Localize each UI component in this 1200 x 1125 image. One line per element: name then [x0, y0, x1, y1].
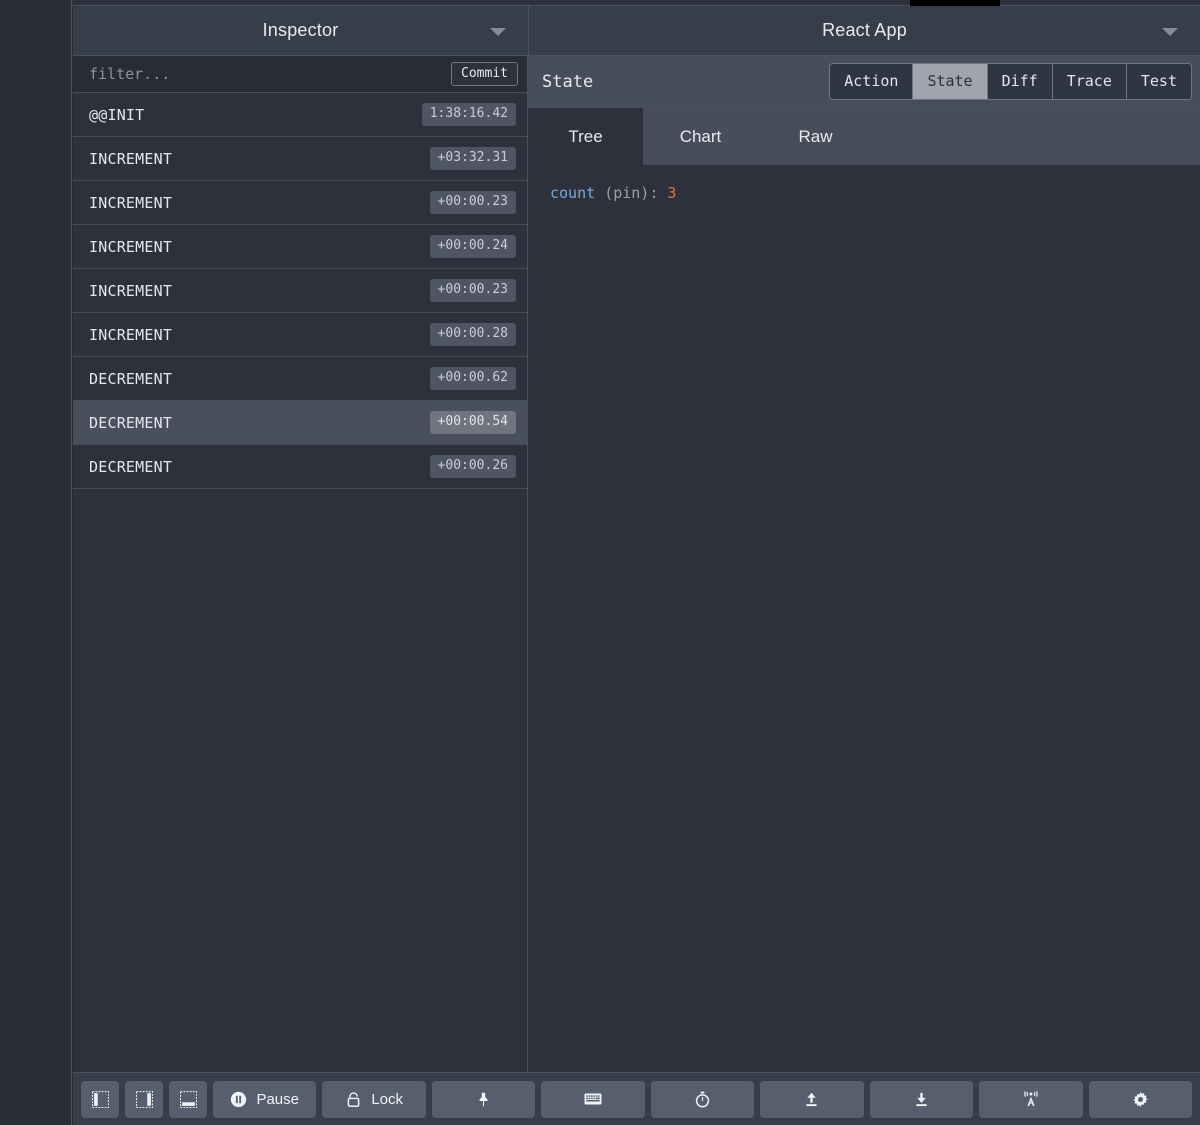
pause-label: Pause: [256, 1090, 299, 1108]
inspector-pane: State Action State Diff Trace Test Tree Chart…: [528, 56, 1200, 1072]
pin-icon: [475, 1091, 492, 1108]
instance-selector[interactable]: React App: [528, 6, 1200, 55]
action-timestamp: +00:00.23: [429, 191, 516, 214]
action-timestamp: 1:38:16.42: [421, 103, 516, 126]
bottom-toolbar: Pause Lock: [73, 1072, 1200, 1125]
import-button[interactable]: [760, 1080, 864, 1118]
action-timestamp: +00:00.28: [429, 323, 516, 346]
tab-tree[interactable]: Tree: [528, 108, 643, 165]
state-pin-label: (pin): [604, 184, 650, 202]
pin-button[interactable]: [431, 1080, 536, 1118]
state-value: 3: [667, 184, 677, 202]
dock-right-button[interactable]: [125, 1080, 163, 1118]
keyboard-button[interactable]: [541, 1080, 645, 1118]
filter-input[interactable]: [89, 65, 452, 83]
pause-circle-icon: [230, 1091, 247, 1108]
action-row[interactable]: INCREMENT +00:00.23: [73, 269, 527, 313]
commit-button[interactable]: Commit: [451, 61, 518, 87]
settings-button[interactable]: [1088, 1080, 1192, 1118]
action-timestamp: +00:00.24: [429, 235, 516, 258]
state-key-meta: [595, 184, 604, 202]
action-row[interactable]: INCREMENT +00:00.24: [73, 225, 527, 269]
left-gutter: [0, 0, 72, 1125]
panel-body: Commit @@INIT 1:38:16.42 INCREMENT +03:32.3…: [73, 56, 1200, 1072]
action-row[interactable]: @@INIT 1:38:16.42: [73, 93, 527, 137]
state-tree-content: count (pin): 3: [528, 165, 1200, 1072]
redux-devtools-window: Inspector React App Commit @@INIT 1:38:16…: [0, 0, 1200, 1125]
instance-title: React App: [822, 20, 907, 40]
inspector-tab-group[interactable]: Tree Chart Raw: [528, 108, 1200, 165]
action-list-pane: Commit @@INIT 1:38:16.42 INCREMENT +03:32.3…: [73, 56, 528, 1072]
action-row[interactable]: INCREMENT +03:32.31: [73, 137, 527, 181]
action-row[interactable]: INCREMENT +00:00.28: [73, 313, 527, 357]
action-name: DECREMENT: [89, 413, 173, 432]
action-name: INCREMENT: [89, 281, 173, 300]
monitor-tab-group[interactable]: Action State Diff Trace Test: [829, 63, 1192, 100]
inspector-section-label: State: [542, 71, 594, 92]
action-timestamp: +00:00.26: [429, 455, 516, 478]
action-row[interactable]: DECREMENT +00:00.62: [73, 357, 527, 401]
action-name: @@INIT: [89, 105, 145, 124]
broadcast-icon: [1022, 1090, 1040, 1108]
devtools-frame: Inspector React App Commit @@INIT 1:38:16…: [73, 6, 1200, 1125]
action-name: INCREMENT: [89, 325, 173, 344]
export-button[interactable]: [869, 1080, 974, 1118]
action-row[interactable]: INCREMENT +00:00.23: [73, 181, 527, 225]
remote-button[interactable]: [979, 1080, 1083, 1118]
panel-header: Inspector React App: [73, 6, 1200, 56]
state-key: count: [550, 184, 596, 202]
chevron-down-icon[interactable]: [1162, 27, 1178, 36]
action-row[interactable]: DECREMENT +00:00.54: [73, 401, 527, 445]
action-name: INCREMENT: [89, 193, 173, 212]
monitor-tab-action[interactable]: Action: [830, 64, 914, 99]
state-tree-row[interactable]: count (pin): 3: [550, 183, 1200, 204]
action-list[interactable]: @@INIT 1:38:16.42 INCREMENT +03:32.31 INCREM…: [73, 93, 527, 1072]
chevron-down-icon[interactable]: [490, 27, 506, 36]
monitor-tab-test[interactable]: Test: [1126, 64, 1191, 99]
action-timestamp: +00:00.54: [429, 411, 516, 434]
dock-left-icon: [91, 1090, 109, 1108]
download-icon: [913, 1091, 930, 1108]
monitor-tab-diff[interactable]: Diff: [987, 64, 1053, 99]
action-timestamp: +00:00.62: [429, 367, 516, 390]
action-timestamp: +00:00.23: [429, 279, 516, 302]
dock-left-button[interactable]: [81, 1080, 119, 1118]
dock-bottom-button[interactable]: [169, 1080, 207, 1118]
action-name: INCREMENT: [89, 237, 173, 256]
action-name: INCREMENT: [89, 149, 173, 168]
pause-button[interactable]: Pause: [213, 1080, 317, 1118]
action-name: DECREMENT: [89, 457, 173, 476]
dock-right-icon: [135, 1090, 153, 1108]
upload-icon: [803, 1091, 820, 1108]
inspector-title: Inspector: [262, 20, 339, 40]
inspector-subbar: State Action State Diff Trace Test: [528, 56, 1200, 108]
gear-icon: [1132, 1091, 1149, 1108]
keyboard-icon: [584, 1090, 602, 1108]
action-name: DECREMENT: [89, 369, 173, 388]
inspector-selector[interactable]: Inspector: [73, 6, 528, 55]
tab-chart[interactable]: Chart: [643, 108, 758, 165]
lock-label: Lock: [371, 1090, 403, 1108]
action-row[interactable]: DECREMENT +00:00.26: [73, 445, 527, 489]
filter-row: Commit: [73, 56, 527, 93]
tab-raw[interactable]: Raw: [758, 108, 873, 165]
timer-button[interactable]: [650, 1080, 755, 1118]
monitor-tab-trace[interactable]: Trace: [1052, 64, 1127, 99]
lock-button[interactable]: Lock: [322, 1080, 426, 1118]
monitor-tab-state[interactable]: State: [913, 64, 988, 99]
stopwatch-icon: [694, 1091, 711, 1108]
action-timestamp: +03:32.31: [429, 147, 516, 170]
dock-bottom-icon: [179, 1090, 197, 1108]
lock-icon: [345, 1091, 362, 1108]
